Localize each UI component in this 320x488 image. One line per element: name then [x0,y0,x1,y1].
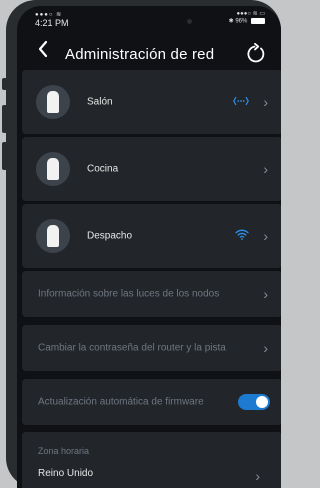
wifi-icon [235,227,249,245]
status-bar: ●●●○ ≋ 4:21 PM ●●●○ ≋ ▭ ✱ 96% [17,6,281,30]
auto-firmware-row: Actualización automática de firmware [22,379,281,425]
battery-icon [251,18,265,24]
chevron-right-icon: › [263,161,268,177]
lights-info-row[interactable]: Información sobre las luces de los nodos… [22,271,281,317]
timezone-row[interactable]: Zona horaria Reino Unido › [22,432,281,488]
chevron-right-icon: › [263,94,268,110]
change-password-row[interactable]: Cambiar la contraseña del router y la pi… [22,325,281,371]
page-title: Administración de red [65,46,215,63]
camera-dot [187,19,192,24]
back-button[interactable] [37,40,49,64]
status-time: 4:21 PM [35,18,69,28]
ethernet-dots-icon [233,93,249,111]
node-name: Salón [87,96,113,108]
change-password-label: Cambiar la contraseña del router y la pi… [38,342,226,354]
lights-info-label: Información sobre las luces de los nodos [38,288,220,300]
timezone-value: Reino Unido [38,468,94,479]
status-signal-right: ●●●○ ≋ ▭ [236,11,265,17]
status-right: ●●●○ ≋ ▭ ✱ 96% [229,11,265,26]
chevron-right-icon: › [255,468,260,484]
toggle-knob [256,396,268,408]
node-icon [36,219,70,253]
header: Administración de red [17,36,281,72]
refresh-icon[interactable] [245,42,267,65]
screen: ●●●○ ≋ 4:21 PM ●●●○ ≋ ▭ ✱ 96% Administra… [17,6,281,488]
auto-firmware-toggle[interactable] [238,394,270,410]
node-name: Despacho [87,230,133,242]
node-row-salon[interactable]: Salón › [22,70,281,134]
node-icon [36,85,70,119]
refresh-button[interactable] [245,42,267,65]
phone-frame: ●●●○ ≋ 4:21 PM ●●●○ ≋ ▭ ✱ 96% Administra… [6,0,281,488]
battery-percent: 96% [235,18,248,25]
auto-firmware-label: Actualización automática de firmware [38,396,204,408]
chevron-right-icon: › [263,228,268,244]
node-row-cocina[interactable]: Cocina › [22,137,281,201]
node-icon [36,152,70,186]
bluetooth-icon: ✱ [228,18,234,25]
timezone-caption: Zona horaria [38,446,90,456]
chevron-right-icon: › [263,340,268,356]
chevron-left-icon[interactable] [37,40,49,58]
chevron-right-icon: › [263,286,268,302]
node-name: Cocina [87,163,119,175]
node-row-despacho[interactable]: Despacho › [22,204,281,268]
signal-icon: ●●●○ ≋ [35,12,63,18]
